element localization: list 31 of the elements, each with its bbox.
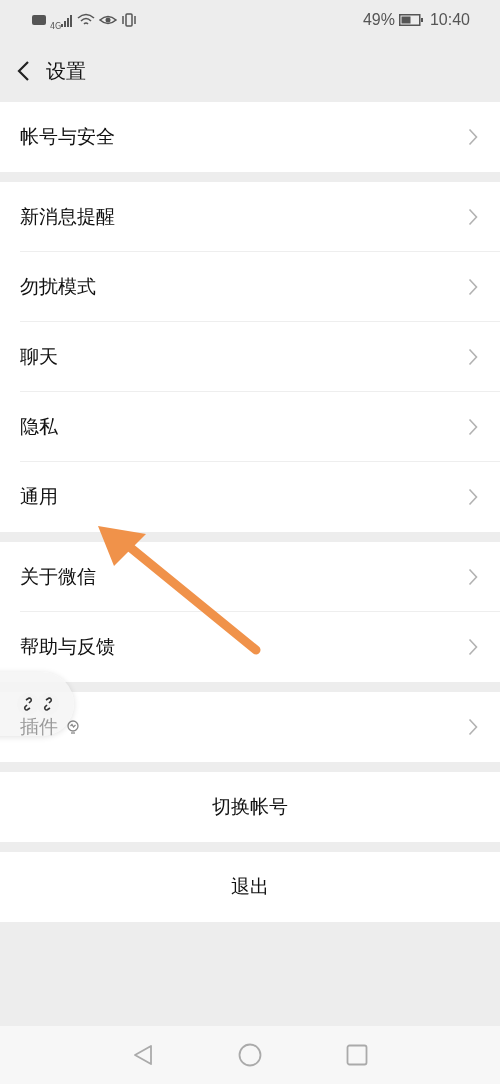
settings-item[interactable]: 帐号与安全 xyxy=(0,102,500,172)
settings-item[interactable]: 勿扰模式 xyxy=(0,252,500,322)
wifi-icon xyxy=(77,13,96,27)
chevron-icon xyxy=(468,638,478,656)
back-nav-icon[interactable] xyxy=(132,1044,154,1066)
battery-percent: 49% xyxy=(362,11,395,29)
chevron-icon xyxy=(468,128,478,146)
floating-menu[interactable] xyxy=(0,672,74,736)
chevron-icon xyxy=(468,568,478,586)
page-title: 设置 xyxy=(46,57,86,85)
eye-icon xyxy=(99,13,118,27)
settings-item[interactable]: 关于微信 xyxy=(0,542,500,612)
settings-item[interactable]: 隐私 xyxy=(0,392,500,462)
settings-item[interactable]: 通用 xyxy=(0,462,500,532)
chevron-icon xyxy=(468,208,478,226)
settings-item[interactable]: 聊天 xyxy=(0,322,500,392)
clock-time: 10:40 xyxy=(429,11,470,29)
battery-icon xyxy=(398,14,423,26)
lightbulb-icon xyxy=(66,719,80,735)
settings-item[interactable]: 新消息提醒 xyxy=(0,182,500,252)
settings-item[interactable]: 帮助与反馈 xyxy=(0,612,500,682)
chevron-icon xyxy=(468,348,478,366)
signal-icon xyxy=(61,13,74,27)
chevron-icon xyxy=(468,718,478,736)
chevron-icon xyxy=(468,488,478,506)
chevron-icon xyxy=(468,278,478,296)
network-label: 4G xyxy=(50,21,62,31)
home-nav-icon[interactable] xyxy=(238,1043,262,1067)
vibrate-icon xyxy=(121,13,138,27)
chevron-icon xyxy=(468,418,478,436)
recents-nav-icon[interactable] xyxy=(346,1044,368,1066)
